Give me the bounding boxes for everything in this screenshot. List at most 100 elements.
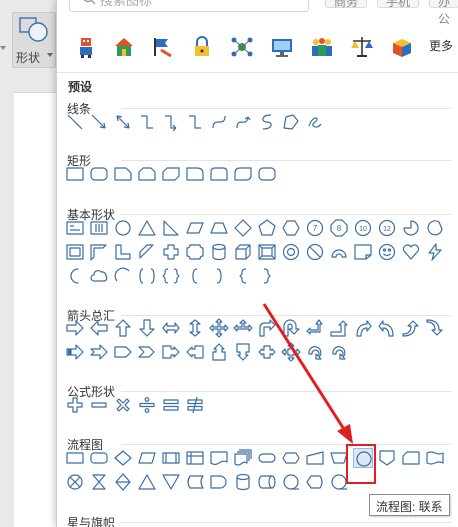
shape-flowchart-alternate-process-icon[interactable]: [89, 448, 109, 468]
shape-scribble-icon[interactable]: [305, 112, 325, 132]
shape-flowchart-internal-storage-icon[interactable]: [185, 448, 205, 468]
monitor-icon[interactable]: [269, 34, 295, 60]
more-link[interactable]: 更多: [429, 37, 453, 54]
shape-hexagon-icon[interactable]: [281, 218, 301, 238]
shape-lightning-bolt-icon[interactable]: [425, 242, 445, 262]
shape-vertical-text-box-icon[interactable]: [89, 218, 109, 238]
shape-trapezoid-icon[interactable]: [209, 218, 229, 238]
shape-double-brace-icon[interactable]: [161, 266, 181, 286]
shape-parallelogram-icon[interactable]: [185, 218, 205, 238]
shape-curved-up-arrow-icon[interactable]: [401, 318, 421, 338]
shape-pentagon-icon[interactable]: [257, 218, 277, 238]
package-icon[interactable]: [389, 34, 415, 60]
shape-arrow-icon[interactable]: [89, 112, 109, 132]
shape-double-arrow-icon[interactable]: [113, 112, 133, 132]
shape-flowchart-predefined-process-icon[interactable]: [161, 448, 181, 468]
shape-curve-icon[interactable]: [257, 112, 277, 132]
shape-decagon-icon[interactable]: 10: [353, 218, 373, 238]
shape-diamond-icon[interactable]: [233, 218, 253, 238]
shape-bevel-icon[interactable]: [257, 242, 277, 262]
shape-bent-arrow-icon[interactable]: [257, 318, 277, 338]
shape-u-turn-arrow-icon[interactable]: [281, 318, 301, 338]
shape-line-icon[interactable]: [65, 112, 85, 132]
shape-curved-arrow-connector-icon[interactable]: [233, 112, 253, 132]
shape-striped-right-arrow-icon[interactable]: [65, 342, 85, 362]
shape-flowchart-process-icon[interactable]: [65, 448, 85, 468]
shape-left-brace-icon[interactable]: [233, 266, 253, 286]
shape-minus-icon[interactable]: [89, 395, 109, 415]
shape-elbow-connector-icon[interactable]: [137, 112, 157, 132]
shape-flowchart-sequential-access-icon[interactable]: [281, 472, 301, 492]
shape-right-triangle-icon[interactable]: [161, 218, 181, 238]
shape-right-arrow-callout-icon[interactable]: [161, 342, 181, 362]
shape-flowchart-sort-icon[interactable]: [113, 472, 133, 492]
shape-snip-single-corner-icon[interactable]: [113, 164, 133, 184]
shape-chord-icon[interactable]: [425, 218, 445, 238]
shape-block-arc-icon[interactable]: [329, 242, 349, 262]
shape-flowchart-card-icon[interactable]: [401, 448, 421, 468]
shape-up-arrow-callout-icon[interactable]: [209, 342, 229, 362]
shape-donut-icon[interactable]: [281, 242, 301, 262]
shape-rounded-rectangle-2-icon[interactable]: [257, 164, 277, 184]
shape-flowchart-terminator-icon[interactable]: [257, 448, 277, 468]
shape-round-single-corner-icon[interactable]: [185, 164, 205, 184]
shape-flowchart-preparation-icon[interactable]: [281, 448, 301, 468]
shape-plus-icon[interactable]: [65, 395, 85, 415]
shape-curved-left-arrow-icon[interactable]: [377, 318, 397, 338]
shape-flowchart-collate-icon[interactable]: [89, 472, 109, 492]
shape-flowchart-direct-access-storage-icon[interactable]: [257, 472, 277, 492]
shape-curved-right-arrow-icon[interactable]: [353, 318, 373, 338]
shape-dodecagon-icon[interactable]: 12: [377, 218, 397, 238]
shape-flowchart-summing-junction-icon[interactable]: [65, 472, 85, 492]
search-input[interactable]: 搜索图标: [69, 0, 309, 12]
shape-octagon-icon[interactable]: 8: [329, 218, 349, 238]
shape-diagonal-stripe-icon[interactable]: [137, 242, 157, 262]
shape-left-right-arrow-callout-icon[interactable]: [257, 342, 277, 362]
shape-cloud-icon[interactable]: [89, 266, 109, 286]
shape-heart-icon[interactable]: [401, 242, 421, 262]
shape-snip-same-side-icon[interactable]: [137, 164, 157, 184]
shape-elbow-arrow-connector-icon[interactable]: [161, 112, 181, 132]
flag-icon[interactable]: [149, 34, 175, 60]
shape-right-bracket-icon[interactable]: [209, 266, 229, 286]
shape-divide-icon[interactable]: [137, 395, 157, 415]
shape-flowchart-magnetic-disk-icon[interactable]: [233, 472, 253, 492]
shape-moon-icon[interactable]: [65, 266, 85, 286]
shape-text-box-icon[interactable]: [65, 218, 85, 238]
shape-pie-icon[interactable]: [401, 218, 421, 238]
shape-pentagon-arrow-icon[interactable]: [113, 342, 133, 362]
shape-flowchart-document-icon[interactable]: [209, 448, 229, 468]
shape-cross-icon[interactable]: [161, 242, 181, 262]
shape-folded-corner-icon[interactable]: [353, 242, 373, 262]
tab-phone[interactable]: 手机: [377, 0, 420, 9]
shape-left-arrow-icon[interactable]: [89, 318, 109, 338]
shape-flowchart-offpage-connector-icon[interactable]: [377, 448, 397, 468]
shape-rounded-rectangle-icon[interactable]: [89, 164, 109, 184]
shape-circular-arrow-2-icon[interactable]: [329, 342, 349, 362]
shape-plaque-icon[interactable]: [185, 242, 205, 262]
shape-can-icon[interactable]: [209, 242, 229, 262]
shape-not-equal-icon[interactable]: [185, 395, 205, 415]
shape-equal-icon[interactable]: [161, 395, 181, 415]
shape-frame-icon[interactable]: [65, 242, 85, 262]
team-icon[interactable]: [309, 34, 335, 60]
shape-oval-icon[interactable]: [113, 218, 133, 238]
balance-icon[interactable]: [349, 34, 375, 60]
shape-curved-down-arrow-icon[interactable]: [425, 318, 445, 338]
shape-triangle-icon[interactable]: [137, 218, 157, 238]
shape-snip-diagonal-icon[interactable]: [161, 164, 181, 184]
shape-left-bracket-icon[interactable]: [185, 266, 205, 286]
shape-flowchart-display-icon[interactable]: [305, 472, 325, 492]
shape-quad-arrow-callout-icon[interactable]: [281, 342, 301, 362]
shape-left-right-arrow-icon[interactable]: [161, 318, 181, 338]
shape-right-brace-icon[interactable]: [257, 266, 277, 286]
shape-left-right-up-arrow-icon[interactable]: [233, 318, 253, 338]
shape-cube-icon[interactable]: [233, 242, 253, 262]
shape-left-up-arrow-icon[interactable]: [305, 318, 325, 338]
shape-chevron-icon[interactable]: [137, 342, 157, 362]
dropdown-arrow-icon[interactable]: [0, 46, 6, 50]
shape-flowchart-manual-input-icon[interactable]: [305, 448, 325, 468]
shape-smiley-face-icon[interactable]: [377, 242, 397, 262]
shape-flowchart-extract-icon[interactable]: [137, 472, 157, 492]
shape-double-bracket-icon[interactable]: [137, 266, 157, 286]
